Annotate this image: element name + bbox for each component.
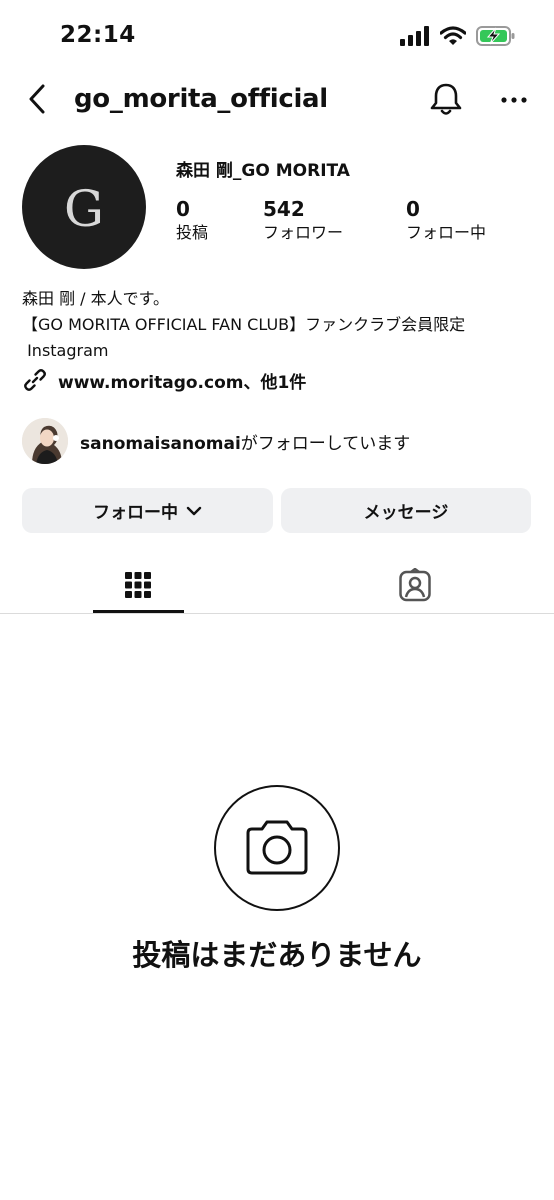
empty-posts-camera bbox=[214, 785, 340, 911]
profile-link[interactable]: www.moritago.com、他1件 bbox=[22, 367, 306, 393]
page-title: go_morita_official bbox=[74, 84, 328, 114]
message-button[interactable]: メッセージ bbox=[281, 488, 531, 533]
tagged-icon bbox=[399, 567, 431, 601]
display-name: 森田 剛_GO MORITA bbox=[176, 161, 350, 181]
back-arrow-icon bbox=[29, 84, 45, 114]
follower-avatar[interactable] bbox=[22, 418, 68, 464]
bio-line: Instagram bbox=[22, 341, 109, 360]
empty-state-title: 投稿はまだありません bbox=[132, 938, 422, 972]
avatar-letter: G bbox=[64, 180, 104, 238]
active-tab-indicator bbox=[93, 610, 184, 613]
status-bar: 22:14 bbox=[0, 0, 554, 70]
status-time: 22:14 bbox=[60, 22, 136, 48]
stat-posts[interactable]: 0 投稿 bbox=[176, 198, 208, 246]
stat-following[interactable]: 0 フォロー中 bbox=[406, 198, 486, 246]
signal-icon bbox=[400, 26, 429, 46]
profile-tabs bbox=[0, 556, 554, 614]
more-icon bbox=[501, 97, 527, 103]
follower-photo bbox=[22, 418, 68, 464]
profile-header: go_morita_official bbox=[0, 70, 554, 130]
stat-following-label: フォロー中 bbox=[406, 223, 487, 242]
followed-by-username[interactable]: sanomaisanomai bbox=[80, 434, 241, 454]
back-button[interactable] bbox=[22, 82, 52, 116]
followed-by-text: sanomaisanomaiがフォローしています bbox=[80, 429, 410, 454]
link-icon bbox=[24, 369, 46, 391]
stat-followers-label: フォロワー bbox=[263, 223, 344, 242]
tab-tagged[interactable] bbox=[370, 556, 460, 613]
profile-bio: 森田 剛 / 本人です。 【GO MORITA OFFICIAL FAN CLU… bbox=[22, 286, 465, 364]
more-options-button[interactable] bbox=[498, 88, 530, 112]
status-icons bbox=[400, 25, 516, 47]
stat-followers-value: 542 bbox=[263, 197, 305, 221]
link-text: www.moritago.com、他1件 bbox=[58, 372, 307, 393]
posts-grid-icon bbox=[125, 571, 151, 598]
followed-by-row[interactable]: sanomaisanomaiがフォローしています bbox=[22, 418, 410, 464]
followed-by-suffix: がフォローしています bbox=[240, 433, 411, 454]
following-button[interactable]: フォロー中 bbox=[22, 488, 273, 533]
stat-followers[interactable]: 542 フォロワー bbox=[263, 198, 343, 246]
bio-line: 森田 剛 / 本人です。 bbox=[22, 289, 170, 308]
bell-icon bbox=[430, 83, 462, 115]
chevron-down-icon bbox=[186, 506, 202, 515]
profile-avatar[interactable]: G bbox=[22, 145, 146, 269]
tab-posts[interactable] bbox=[93, 556, 183, 613]
battery-charging-icon bbox=[476, 26, 515, 46]
following-button-label: フォロー中 bbox=[93, 503, 178, 523]
stat-posts-label: 投稿 bbox=[176, 223, 209, 242]
stat-posts-value: 0 bbox=[176, 197, 190, 221]
wifi-icon bbox=[440, 26, 466, 45]
camera-icon bbox=[246, 820, 308, 875]
bio-line: 【GO MORITA OFFICIAL FAN CLUB】ファンクラブ会員限定 bbox=[22, 315, 466, 334]
notifications-button[interactable] bbox=[428, 80, 464, 118]
message-button-label: メッセージ bbox=[363, 503, 449, 523]
stat-following-value: 0 bbox=[406, 197, 420, 221]
